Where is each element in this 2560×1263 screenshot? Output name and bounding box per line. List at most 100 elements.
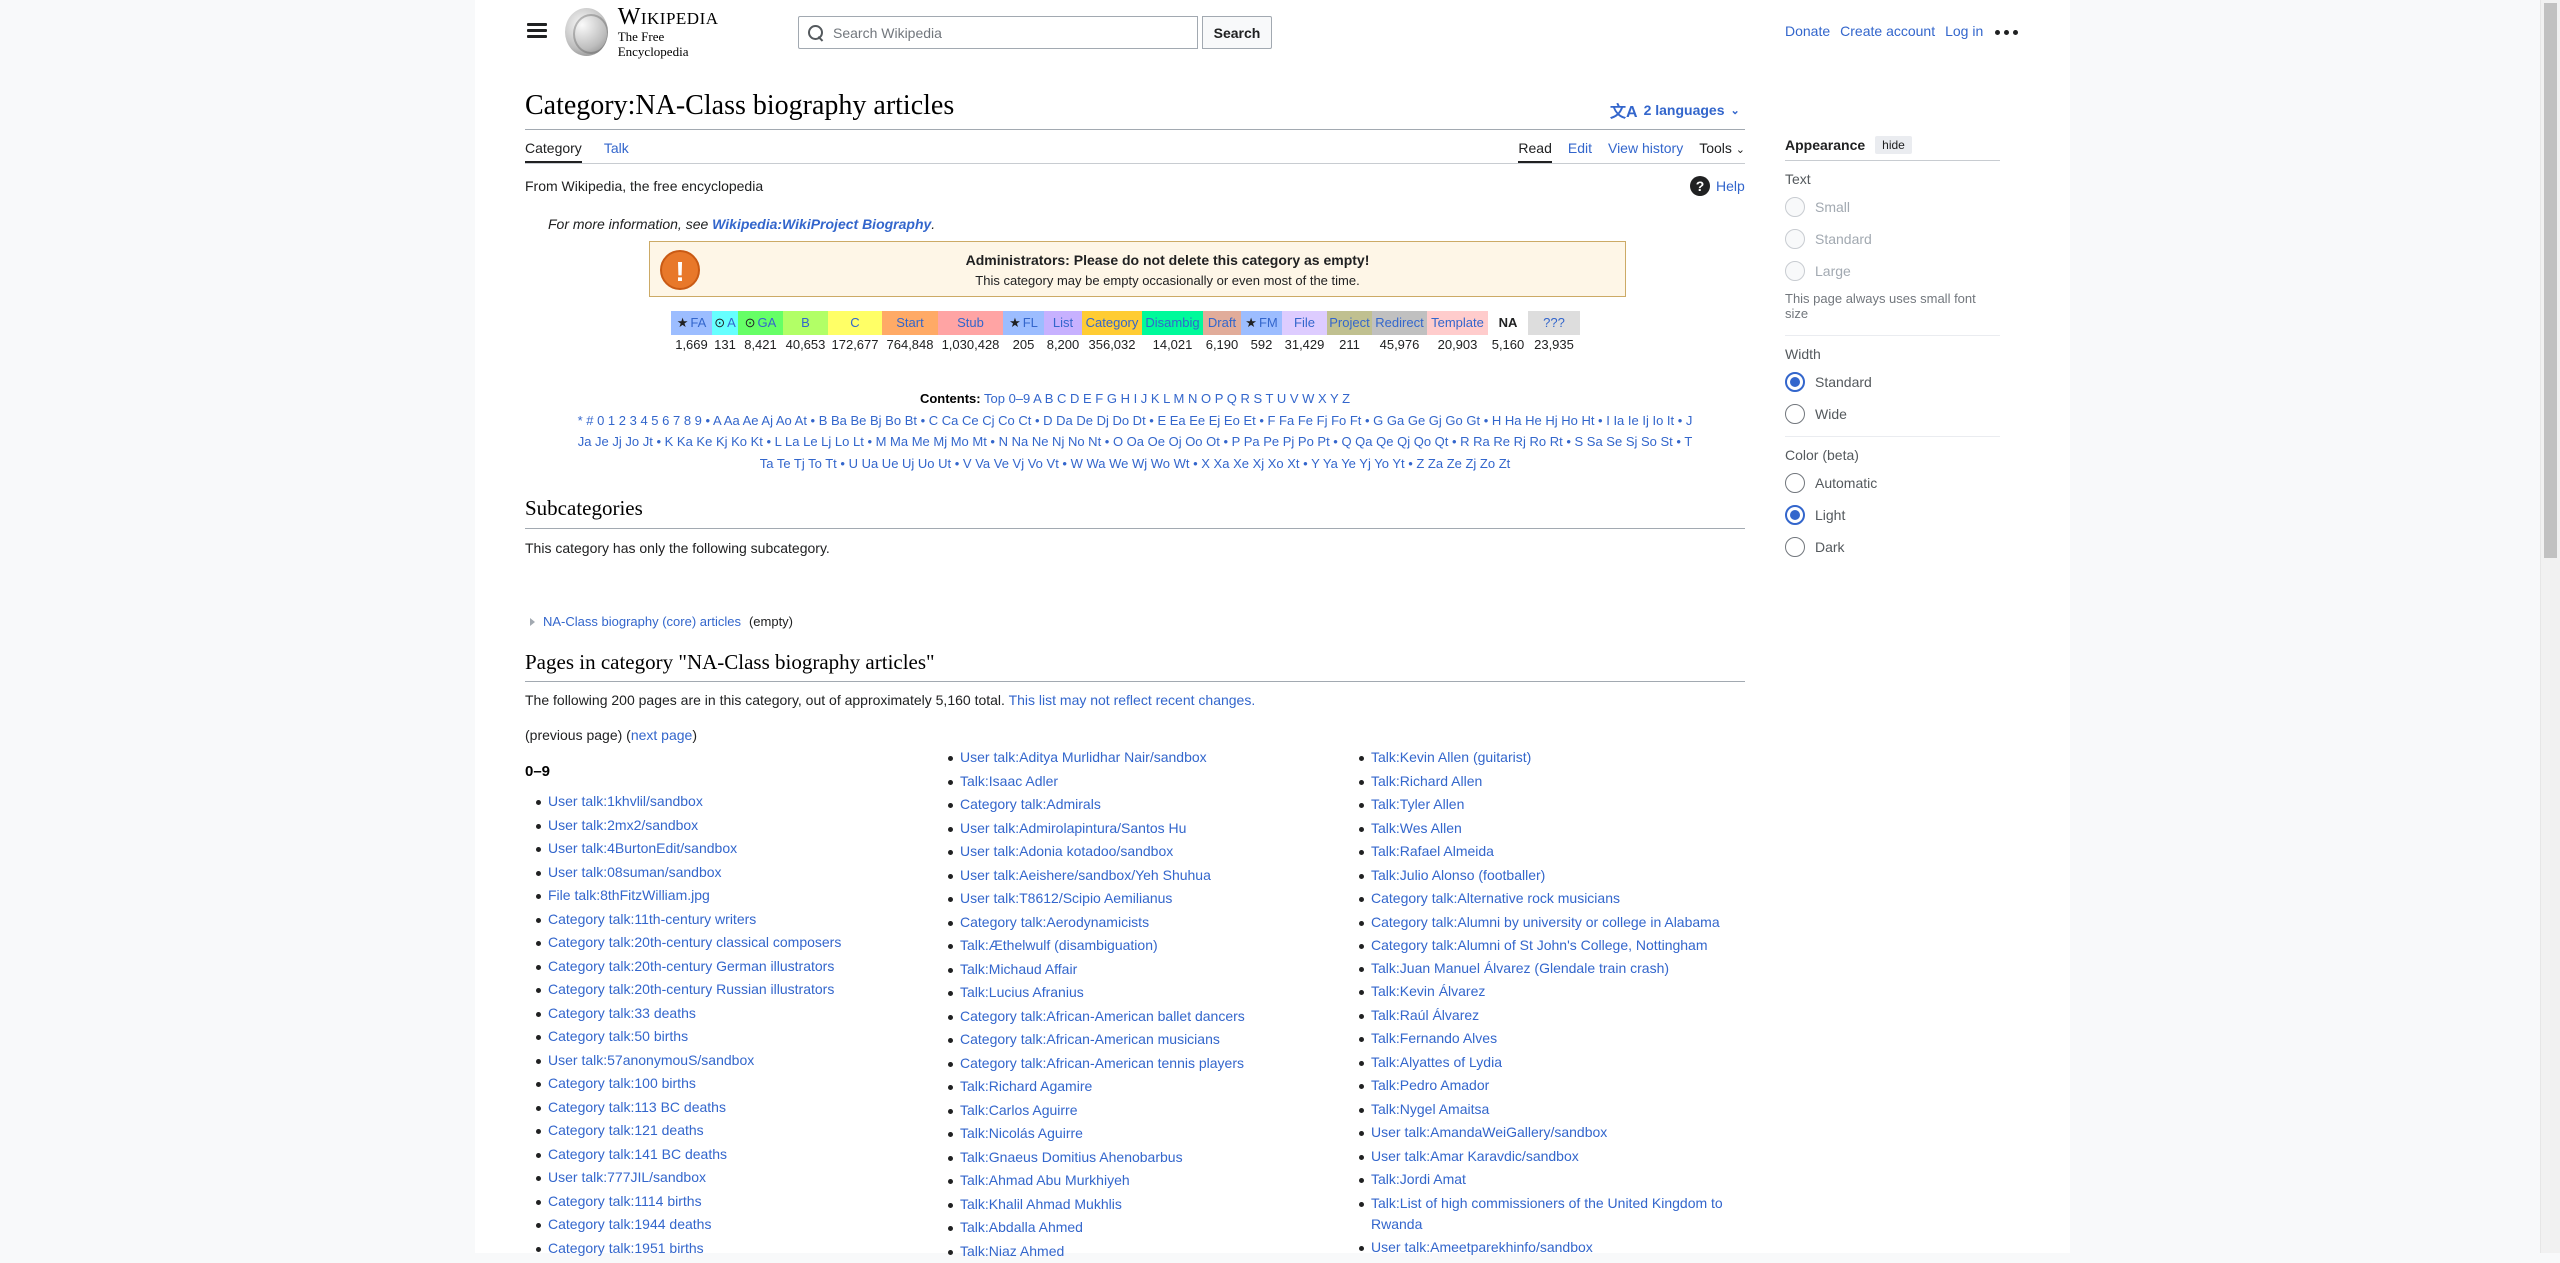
page-link[interactable]: Talk:Isaac Adler — [960, 773, 1058, 789]
contents-line-2[interactable]: * # 0 1 2 3 4 5 6 7 8 9 • A Aa Ae Aj Ao … — [525, 410, 1745, 432]
color-dark-option[interactable]: Dark — [1785, 531, 2000, 563]
page-link[interactable]: Talk:Richard Allen — [1371, 773, 1482, 789]
search-button[interactable]: Search — [1202, 16, 1272, 49]
page-link[interactable]: Talk:Michaud Affair — [960, 961, 1077, 977]
page-link[interactable]: Talk:Juan Manuel Álvarez (Glendale train… — [1371, 960, 1669, 976]
page-link[interactable]: Category talk:Admirals — [960, 796, 1101, 812]
page-link[interactable]: User talk:Adonia kotadoo/sandbox — [960, 843, 1173, 859]
page-link[interactable]: Talk:Nicolás Aguirre — [960, 1125, 1083, 1141]
page-link[interactable]: Category talk:African-American musicians — [960, 1031, 1220, 1047]
width-standard-option[interactable]: Standard — [1785, 366, 2000, 398]
page-link[interactable]: Category talk:Alumni by university or co… — [1371, 914, 1720, 930]
create-account-link[interactable]: Create account — [1840, 23, 1935, 39]
tab-edit[interactable]: Edit — [1568, 140, 1592, 163]
page-link[interactable]: Category talk:Alternative rock musicians — [1371, 890, 1620, 906]
page-link[interactable]: User talk:08suman/sandbox — [548, 864, 722, 880]
page-link[interactable]: Talk:Julio Alonso (footballer) — [1371, 867, 1545, 883]
page-link[interactable]: Category talk:100 births — [548, 1075, 696, 1091]
tab-category[interactable]: Category — [525, 140, 582, 163]
page-link[interactable]: User talk:Admirolapintura/Santos Hu — [960, 820, 1186, 836]
page-link[interactable]: Talk:Jordi Amat — [1371, 1171, 1466, 1187]
tab-talk[interactable]: Talk — [604, 140, 629, 163]
page-link[interactable]: Talk:Fernando Alves — [1371, 1030, 1497, 1046]
page-link[interactable]: User talk:AmandaWeiGallery/sandbox — [1371, 1124, 1607, 1140]
appearance-hide-button[interactable]: hide — [1875, 136, 1912, 154]
donate-link[interactable]: Donate — [1785, 23, 1830, 39]
page-link[interactable]: Talk:Kevin Álvarez — [1371, 983, 1485, 999]
page-link[interactable]: Talk:Pedro Amador — [1371, 1077, 1489, 1093]
page-link[interactable]: Talk:Carlos Aguirre — [960, 1102, 1078, 1118]
wikiproject-biography-link[interactable]: Wikipedia:WikiProject Biography — [712, 216, 931, 232]
class-cell-file[interactable]: File — [1282, 311, 1327, 335]
expand-triangle-icon[interactable] — [530, 618, 535, 626]
page-link[interactable]: Talk:Æthelwulf (disambiguation) — [960, 937, 1158, 953]
page-link[interactable]: Talk:Raúl Álvarez — [1371, 1007, 1479, 1023]
class-cell-ga[interactable]: ⊙GA — [738, 311, 783, 335]
page-link[interactable]: Talk:Richard Agamire — [960, 1078, 1092, 1094]
search-input[interactable] — [833, 25, 1193, 41]
page-link[interactable]: User talk:Aditya Murlidhar Nair/sandbox — [960, 749, 1207, 765]
page-link[interactable]: User talk:Aeishere/sandbox/Yeh Shuhua — [960, 867, 1211, 883]
page-link[interactable]: Category talk:50 births — [548, 1028, 688, 1044]
class-cell-fm[interactable]: ★FM — [1241, 311, 1282, 335]
class-cell-stub[interactable]: Stub — [938, 311, 1003, 335]
page-link[interactable]: Category talk:20th-century German illust… — [548, 958, 834, 974]
tab-read[interactable]: Read — [1518, 140, 1551, 163]
subcategory-link[interactable]: NA-Class biography (core) articles — [543, 614, 741, 629]
tools-menu[interactable]: Tools ⌄ — [1699, 140, 1745, 163]
tab-view-history[interactable]: View history — [1608, 140, 1683, 163]
page-link[interactable]: Category talk:African-American tennis pl… — [960, 1055, 1244, 1071]
page-link[interactable]: User talk:57anonymouS/sandbox — [548, 1052, 754, 1068]
page-link[interactable]: Category talk:Alumni of St John's Colleg… — [1371, 937, 1708, 953]
page-link[interactable]: User talk:T8612/Scipio Aemilianus — [960, 890, 1172, 906]
page-link[interactable]: User talk:2mx2/sandbox — [548, 817, 698, 833]
class-cell-disambig[interactable]: Disambig — [1142, 311, 1203, 335]
page-link[interactable]: Talk:Tyler Allen — [1371, 796, 1464, 812]
width-wide-option[interactable]: Wide — [1785, 398, 2000, 430]
page-link[interactable]: Talk:Wes Allen — [1371, 820, 1462, 836]
page-link[interactable]: Talk:Niaz Ahmed — [960, 1243, 1064, 1259]
page-link[interactable]: Category talk:113 BC deaths — [548, 1099, 726, 1115]
page-link[interactable]: Talk:Ahmad Abu Murkhiyeh — [960, 1172, 1130, 1188]
class-cell-start[interactable]: Start — [882, 311, 938, 335]
class-cell-template[interactable]: Template — [1427, 311, 1488, 335]
class-cell-na[interactable]: NA — [1488, 311, 1528, 335]
page-link[interactable]: Category talk:141 BC deaths — [548, 1146, 727, 1162]
contents-line-4[interactable]: Ta Te Tj To Tt • U Ua Ue Uj Uo Ut • V Va… — [525, 453, 1745, 475]
page-link[interactable]: Category talk:20th-century Russian illus… — [548, 981, 834, 997]
page-link[interactable]: Talk:Nygel Amaitsa — [1371, 1101, 1489, 1117]
next-page-link[interactable]: next page — [631, 727, 693, 743]
color-automatic-option[interactable]: Automatic — [1785, 467, 2000, 499]
class-cell-project[interactable]: Project — [1327, 311, 1372, 335]
class-cell-list[interactable]: List — [1044, 311, 1082, 335]
more-options-icon[interactable] — [1995, 24, 2019, 40]
color-light-option[interactable]: Light — [1785, 499, 2000, 531]
text-size-small-option[interactable]: Small — [1785, 191, 2000, 223]
class-cell-fl[interactable]: ★FL — [1003, 311, 1044, 335]
class-cell-fa[interactable]: ★FA — [671, 311, 712, 335]
page-link[interactable]: Category talk:20th-century classical com… — [548, 934, 841, 950]
class-cell-qqq[interactable]: ??? — [1528, 311, 1580, 335]
help-link[interactable]: ? Help — [1690, 176, 1745, 196]
page-link[interactable]: Category talk:1951 births — [548, 1240, 704, 1256]
page-link[interactable]: Category talk:33 deaths — [548, 1005, 696, 1021]
contents-line-3[interactable]: Ja Je Jj Jo Jt • K Ka Ke Kj Ko Kt • L La… — [525, 431, 1745, 453]
page-link[interactable]: Category talk:1114 births — [548, 1193, 702, 1209]
text-size-standard-option[interactable]: Standard — [1785, 223, 2000, 255]
page-link[interactable]: Category talk:121 deaths — [548, 1122, 704, 1138]
page-link[interactable]: Talk:Rafael Almeida — [1371, 843, 1494, 859]
page-link[interactable]: Category talk:11th-century writers — [548, 911, 756, 927]
scrollbar-thumb[interactable] — [2544, 3, 2557, 558]
class-cell-a[interactable]: ⊙A — [712, 311, 738, 335]
main-menu-icon[interactable] — [525, 20, 549, 44]
contents-line-1[interactable]: Top 0–9 A B C D E F G H I J K L M N O P … — [984, 391, 1350, 406]
page-link[interactable]: User talk:777JIL/sandbox — [548, 1169, 706, 1185]
page-link[interactable]: File talk:8thFitzWilliam.jpg — [548, 887, 710, 903]
page-link[interactable]: Talk:Abdalla Ahmed — [960, 1219, 1083, 1235]
class-cell-category[interactable]: Category — [1082, 311, 1142, 335]
page-link[interactable]: User talk:4BurtonEdit/sandbox — [548, 840, 737, 856]
class-cell-redirect[interactable]: Redirect — [1372, 311, 1427, 335]
class-cell-b[interactable]: B — [783, 311, 828, 335]
recent-changes-note-link[interactable]: This list may not reflect recent changes… — [1009, 692, 1256, 708]
page-link[interactable]: Talk:Khalil Ahmad Mukhlis — [960, 1196, 1122, 1212]
